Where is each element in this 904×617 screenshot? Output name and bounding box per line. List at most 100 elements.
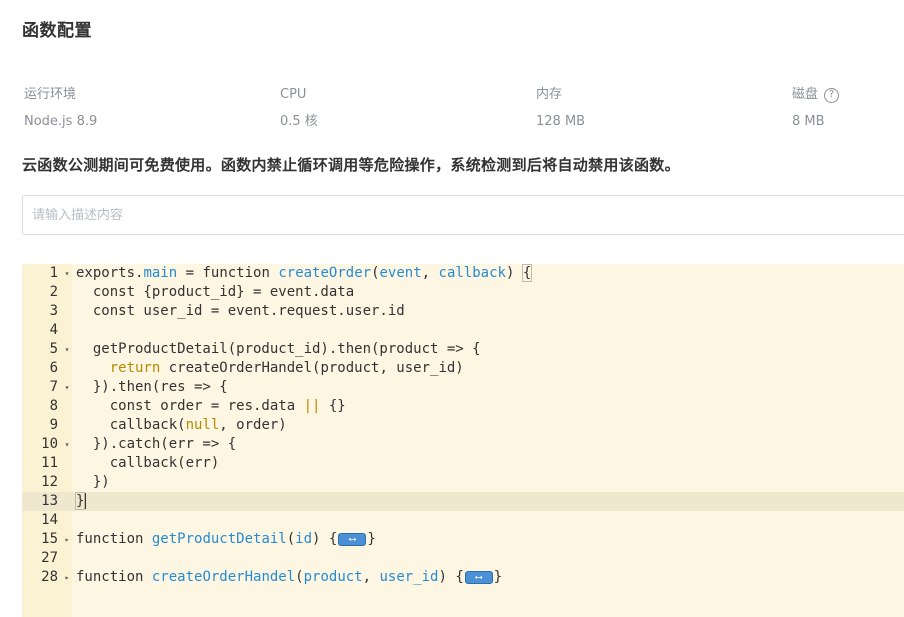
fold-closed-icon[interactable]: ▸ <box>62 530 72 549</box>
code-token: null <box>185 417 220 433</box>
line-number: 6 <box>49 360 58 376</box>
code-line: 12 }) <box>22 473 904 492</box>
code-text: return createOrderHandel(product, user_i… <box>76 359 464 378</box>
code-line: 6 return createOrderHandel(product, user… <box>22 359 904 378</box>
folded-code-icon[interactable] <box>338 531 367 548</box>
code-token: , <box>421 265 439 281</box>
code-token: createOrderHandel(product, user_id) <box>160 360 464 376</box>
spec-label-cpu: CPU <box>280 87 307 102</box>
code-line: 9 callback(null, order) <box>22 416 904 435</box>
spec-runtime: 运行环境 Node.js 8.9 <box>24 86 97 131</box>
folded-code-icon[interactable] <box>464 569 493 586</box>
code-line: 11 callback(err) <box>22 454 904 473</box>
code-token: callback( <box>76 417 186 433</box>
code-token: const order = res.data <box>76 398 304 414</box>
code-token: event <box>379 265 422 281</box>
line-number: 4 <box>49 322 58 338</box>
line-number: 14 <box>41 512 58 528</box>
code-token: user_id <box>379 569 439 585</box>
fold-open-icon[interactable]: ▾ <box>62 378 72 397</box>
code-token: , <box>362 569 380 585</box>
code-text: const order = res.data || {} <box>76 397 346 416</box>
fold-closed-icon[interactable]: ▸ <box>62 568 72 587</box>
code-line: 4 <box>22 321 904 340</box>
code-token: } <box>367 531 376 547</box>
code-token: ( <box>286 531 296 547</box>
code-line: 14 <box>22 511 904 530</box>
code-token: product <box>303 569 363 585</box>
code-token: ) <box>505 265 523 281</box>
code-token: exports <box>76 265 136 281</box>
spec-label-memory: 内存 <box>536 87 563 102</box>
code-line: 2 const {product_id} = event.data <box>22 283 904 302</box>
line-number: 9 <box>49 417 58 433</box>
active-code-line: 13 } <box>22 492 904 511</box>
line-number: 2 <box>49 284 58 300</box>
code-line: 15 ▸ function getProductDetail(id) {} <box>22 530 904 549</box>
runtime-spec-grid: 运行环境 Node.js 8.9 CPU 0.5 核 内存 128 MB 磁盘 … <box>24 86 904 136</box>
code-token: {} <box>320 398 346 414</box>
code-text: }).then(res => { <box>76 379 228 395</box>
code-text: } <box>74 492 87 511</box>
code-token: function <box>76 531 144 547</box>
help-circle-icon[interactable]: ? <box>824 87 840 103</box>
code-token: ) { <box>312 531 338 547</box>
code-token: createOrderHandel <box>151 569 296 585</box>
code-line: 8 const order = res.data || {} <box>22 397 904 416</box>
spec-value-disk: 8 MB <box>792 114 825 129</box>
code-text: exports.main = function createOrder(even… <box>76 264 533 283</box>
code-token: callback <box>438 265 506 281</box>
code-token: getProductDetail <box>151 531 287 547</box>
line-number: 13 <box>22 492 72 511</box>
description-input[interactable] <box>22 195 904 235</box>
code-line: 5 ▾ getProductDetail(product_id).then(pr… <box>22 340 904 359</box>
code-token: || <box>303 398 321 414</box>
spec-label-disk-row: 磁盘 ? <box>792 86 840 104</box>
code-line: 10 ▾ }).catch(err => { <box>22 435 904 454</box>
matching-brace: } <box>74 492 86 510</box>
free-usage-notice: 云函数公测期间可免费使用。函数内禁止循环调用等危险操作，系统检测到后将自动禁用该… <box>22 156 680 174</box>
spec-value-cpu: 0.5 核 <box>280 114 318 129</box>
fold-open-icon[interactable]: ▾ <box>62 435 72 454</box>
line-number: 27 <box>41 550 58 566</box>
spec-value-memory: 128 MB <box>536 114 586 129</box>
code-token: ( <box>295 569 304 585</box>
code-token: ) { <box>438 569 464 585</box>
code-token: = <box>177 265 203 281</box>
code-text: callback(null, order) <box>76 416 287 435</box>
code-token: main <box>143 265 178 281</box>
code-token: function <box>202 265 270 281</box>
fold-open-icon[interactable]: ▾ <box>62 264 72 283</box>
code-text: }) <box>76 474 110 490</box>
code-line: 27 <box>22 549 904 568</box>
line-number: 12 <box>41 474 58 490</box>
fold-open-icon[interactable]: ▾ <box>62 340 72 359</box>
code-token: createOrder <box>278 265 372 281</box>
code-text: const user_id = event.request.user.id <box>76 303 405 319</box>
code-text: getProductDetail(product_id).then(produc… <box>76 341 481 357</box>
code-token: function <box>76 569 144 585</box>
text-cursor <box>84 493 87 509</box>
spec-memory: 内存 128 MB <box>536 86 585 131</box>
code-line: 7 ▾ }).then(res => { <box>22 378 904 397</box>
matching-brace: { <box>521 264 533 282</box>
code-text: const {product_id} = event.data <box>76 284 355 300</box>
code-text: function getProductDetail(id) {} <box>76 530 376 549</box>
code-editor[interactable]: 1 ▾ exports.main = function createOrder(… <box>22 264 904 617</box>
line-number: 8 <box>49 398 58 414</box>
line-number: 11 <box>41 455 58 471</box>
spec-label-runtime: 运行环境 <box>24 87 77 102</box>
code-token: return <box>109 360 161 376</box>
code-line: 3 const user_id = event.request.user.id <box>22 302 904 321</box>
code-line: 28 ▸ function createOrderHandel(product,… <box>22 568 904 587</box>
spec-cpu: CPU 0.5 核 <box>280 86 318 131</box>
spec-disk: 磁盘 ? 8 MB <box>792 86 840 131</box>
code-text: function createOrderHandel(product, user… <box>76 568 502 587</box>
code-line: 1 ▾ exports.main = function createOrder(… <box>22 264 904 283</box>
code-token: id <box>295 531 313 547</box>
line-number: 3 <box>49 303 58 319</box>
code-token: , order) <box>219 417 287 433</box>
